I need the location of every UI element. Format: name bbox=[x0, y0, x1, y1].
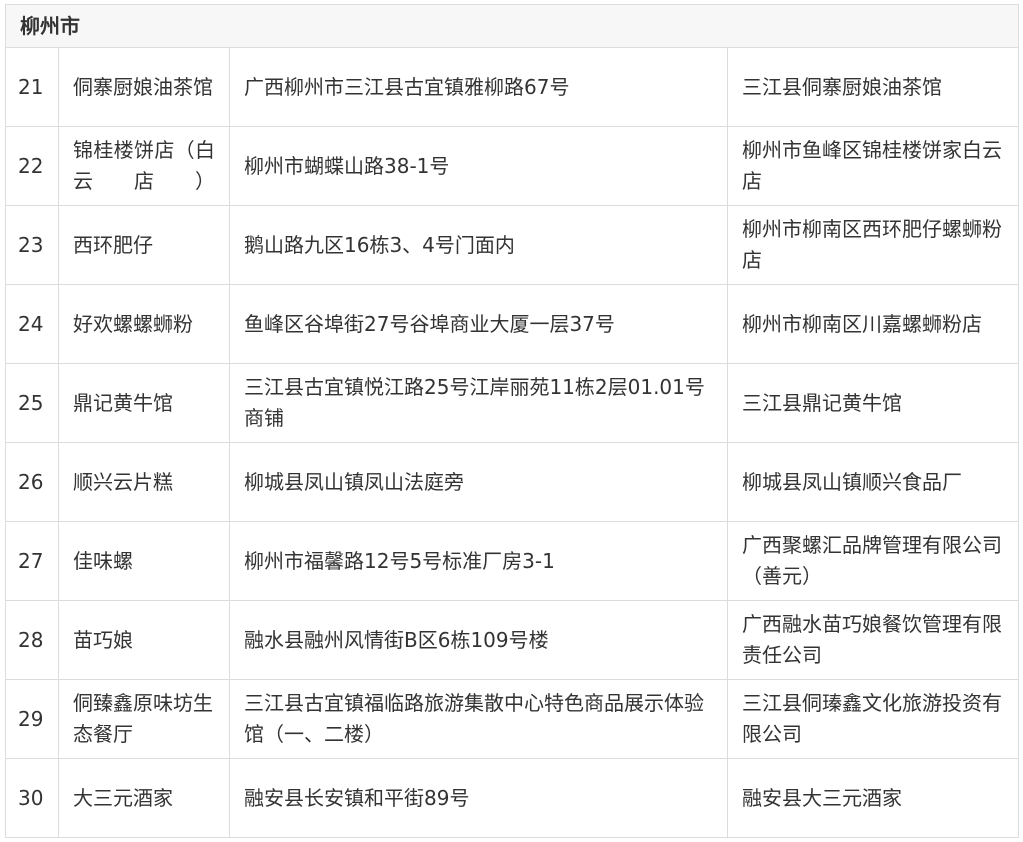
row-number: 27 bbox=[5, 521, 59, 601]
restaurant-table: 柳州市 21 侗寨厨娘油茶馆 广西柳州市三江县古宜镇雅柳路67号 三江县侗寨厨娘… bbox=[5, 4, 1019, 838]
shop-operator: 广西融水苗巧娘餐饮管理有限责任公司 bbox=[727, 600, 1019, 680]
shop-name: 侗臻鑫原味坊生态餐厅 bbox=[58, 679, 230, 759]
shop-operator: 三江县侗瑧鑫文化旅游投资有限公司 bbox=[727, 679, 1019, 759]
shop-address: 融安县长安镇和平街89号 bbox=[229, 758, 728, 838]
row-number: 23 bbox=[5, 205, 59, 285]
shop-address: 鱼峰区谷埠街27号谷埠商业大厦一层37号 bbox=[229, 284, 728, 364]
shop-name: 西环肥仔 bbox=[58, 205, 230, 285]
shop-name: 顺兴云片糕 bbox=[58, 442, 230, 522]
shop-operator: 三江县鼎记黄牛馆 bbox=[727, 363, 1019, 443]
shop-address: 柳州市蝴蝶山路38-1号 bbox=[229, 126, 728, 206]
row-number: 30 bbox=[5, 758, 59, 838]
shop-address: 柳城县凤山镇凤山法庭旁 bbox=[229, 442, 728, 522]
table-row: 30 大三元酒家 融安县长安镇和平街89号 融安县大三元酒家 bbox=[5, 758, 1019, 838]
row-number: 21 bbox=[5, 47, 59, 127]
row-number: 26 bbox=[5, 442, 59, 522]
shop-address: 广西柳州市三江县古宜镇雅柳路67号 bbox=[229, 47, 728, 127]
table-body: 柳州市 21 侗寨厨娘油茶馆 广西柳州市三江县古宜镇雅柳路67号 三江县侗寨厨娘… bbox=[5, 4, 1019, 838]
table-row: 26 顺兴云片糕 柳城县凤山镇凤山法庭旁 柳城县凤山镇顺兴食品厂 bbox=[5, 442, 1019, 522]
shop-name: 锦桂楼饼店（白云店） bbox=[58, 126, 230, 206]
table-row: 25 鼎记黄牛馆 三江县古宜镇悦江路25号江岸丽苑11栋2层01.01号商铺 三… bbox=[5, 363, 1019, 443]
region-label: 柳州市 bbox=[5, 4, 1019, 48]
table-row: 28 苗巧娘 融水县融州风情街B区6栋109号楼 广西融水苗巧娘餐饮管理有限责任… bbox=[5, 600, 1019, 680]
shop-name: 侗寨厨娘油茶馆 bbox=[58, 47, 230, 127]
row-number: 25 bbox=[5, 363, 59, 443]
shop-address: 三江县古宜镇悦江路25号江岸丽苑11栋2层01.01号商铺 bbox=[229, 363, 728, 443]
shop-operator: 柳州市柳南区川嘉螺蛳粉店 bbox=[727, 284, 1019, 364]
table-row: 24 好欢螺螺蛳粉 鱼峰区谷埠街27号谷埠商业大厦一层37号 柳州市柳南区川嘉螺… bbox=[5, 284, 1019, 364]
shop-operator: 三江县侗寨厨娘油茶馆 bbox=[727, 47, 1019, 127]
shop-address: 三江县古宜镇福临路旅游集散中心特色商品展示体验馆（一、二楼） bbox=[229, 679, 728, 759]
shop-address: 鹅山路九区16栋3、4号门面内 bbox=[229, 205, 728, 285]
shop-address: 柳州市福馨路12号5号标准厂房3-1 bbox=[229, 521, 728, 601]
shop-name: 大三元酒家 bbox=[58, 758, 230, 838]
shop-name: 鼎记黄牛馆 bbox=[58, 363, 230, 443]
shop-operator: 融安县大三元酒家 bbox=[727, 758, 1019, 838]
table-row: 22 锦桂楼饼店（白云店） 柳州市蝴蝶山路38-1号 柳州市鱼峰区锦桂楼饼家白云… bbox=[5, 126, 1019, 206]
table-row: 23 西环肥仔 鹅山路九区16栋3、4号门面内 柳州市柳南区西环肥仔螺蛳粉店 bbox=[5, 205, 1019, 285]
table-row: 21 侗寨厨娘油茶馆 广西柳州市三江县古宜镇雅柳路67号 三江县侗寨厨娘油茶馆 bbox=[5, 47, 1019, 127]
row-number: 22 bbox=[5, 126, 59, 206]
shop-address: 融水县融州风情街B区6栋109号楼 bbox=[229, 600, 728, 680]
table-row: 29 侗臻鑫原味坊生态餐厅 三江县古宜镇福临路旅游集散中心特色商品展示体验馆（一… bbox=[5, 679, 1019, 759]
row-number: 28 bbox=[5, 600, 59, 680]
shop-operator: 柳城县凤山镇顺兴食品厂 bbox=[727, 442, 1019, 522]
row-number: 24 bbox=[5, 284, 59, 364]
shop-name: 好欢螺螺蛳粉 bbox=[58, 284, 230, 364]
shop-name: 苗巧娘 bbox=[58, 600, 230, 680]
shop-operator: 广西聚螺汇品牌管理有限公司（善元） bbox=[727, 521, 1019, 601]
shop-operator: 柳州市鱼峰区锦桂楼饼家白云店 bbox=[727, 126, 1019, 206]
row-number: 29 bbox=[5, 679, 59, 759]
shop-operator: 柳州市柳南区西环肥仔螺蛳粉店 bbox=[727, 205, 1019, 285]
table-row: 27 佳味螺 柳州市福馨路12号5号标准厂房3-1 广西聚螺汇品牌管理有限公司（… bbox=[5, 521, 1019, 601]
region-header-row: 柳州市 bbox=[5, 4, 1019, 48]
shop-name: 佳味螺 bbox=[58, 521, 230, 601]
